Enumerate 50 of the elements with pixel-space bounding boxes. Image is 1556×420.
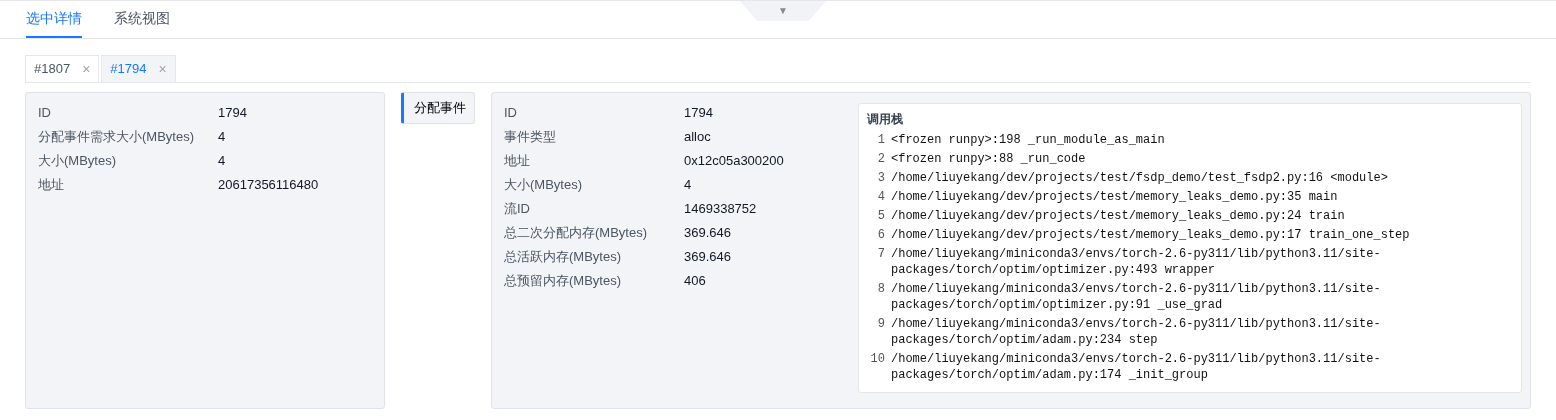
line-number: 7 (876, 246, 886, 263)
stack-frame: /home/liuyekang/miniconda3/envs/torch-2.6-py311/lib/python3.11/site-packages/torch/optim/optimizer.py:91 _use_grad (891, 281, 1451, 313)
stack-frame: /home/liuyekang/miniconda3/envs/torch-2.6-py311/lib/python3.11/site-packages/torch/optim/adam.py:174 _init_group (891, 351, 1451, 383)
field-label: 总活跃内存(MBytes) (504, 248, 622, 266)
field-value: 1794 (684, 104, 714, 122)
line-number: 4 (876, 189, 886, 205)
field-label: 总二次分配内存(MBytes) (504, 224, 648, 242)
field-value: 369.646 (684, 224, 732, 242)
stack-frame: /home/liuyekang/dev/projects/test/memory_leaks_demo.py:17 train_one_step (891, 227, 1451, 243)
stack-frame: /home/liuyekang/miniconda3/envs/torch-2.6-py311/lib/python3.11/site-packages/torch/optim/adam.py:234 step (891, 316, 1451, 348)
line-number: 3 (876, 170, 886, 186)
event-list-item[interactable]: 分配事件 (401, 92, 475, 124)
call-stack-title: 调用栈 (867, 111, 904, 128)
field-value: 4 (218, 128, 227, 146)
field-value: 1469338752 (684, 200, 758, 218)
stack-frame: /home/liuyekang/miniconda3/envs/torch-2.6-py311/lib/python3.11/site-packages/torch/optim/optimizer.py:493 wrapper (891, 246, 1451, 278)
stack-frame: /home/liuyekang/dev/projects/test/memory_leaks_demo.py:35 main (891, 189, 1451, 205)
stack-frame: <frozen runpy>:198 _run_module_as_main (891, 132, 1451, 148)
field-label: ID (38, 104, 52, 122)
field-value: 0x12c05a300200 (684, 152, 785, 170)
detail-tab[interactable]: #1807 × (25, 55, 100, 82)
field-label: 大小(MBytes) (38, 152, 117, 170)
line-number: 2 (876, 151, 886, 167)
field-label: 分配事件需求大小(MBytes) (38, 128, 195, 146)
line-number: 10 (869, 351, 886, 368)
stack-frame: <frozen runpy>:88 _run_code (891, 151, 1451, 167)
view-tab[interactable]: 选中详情 (26, 1, 82, 38)
field-label: 地址 (38, 176, 65, 194)
field-value: alloc (684, 128, 712, 146)
view-tab[interactable]: 系统视图 (114, 1, 170, 38)
line-number: 9 (876, 316, 886, 333)
field-label: 流ID (504, 200, 531, 218)
field-value: 1794 (218, 104, 248, 122)
line-number: 5 (876, 208, 886, 224)
stack-frame: /home/liuyekang/dev/projects/test/fsdp_demo/test_fsdp2.py:16 <module> (891, 170, 1451, 186)
field-value: 406 (684, 272, 707, 290)
field-value: 4 (684, 176, 693, 194)
detail-tab[interactable]: #1794 × (101, 55, 176, 82)
line-number: 6 (876, 227, 886, 243)
line-number: 8 (876, 281, 886, 298)
field-value: 20617356116480 (218, 176, 320, 194)
field-value: 4 (218, 152, 227, 170)
stack-frame: /home/liuyekang/dev/projects/test/memory_leaks_demo.py:24 train (891, 208, 1451, 224)
line-number: 1 (876, 132, 886, 148)
field-label: 总预留内存(MBytes) (504, 272, 622, 290)
field-label: 事件类型 (504, 128, 557, 146)
field-label: 大小(MBytes) (504, 176, 583, 194)
field-label: 地址 (504, 152, 531, 170)
field-value: 369.646 (684, 248, 732, 266)
field-label: ID (504, 104, 518, 122)
